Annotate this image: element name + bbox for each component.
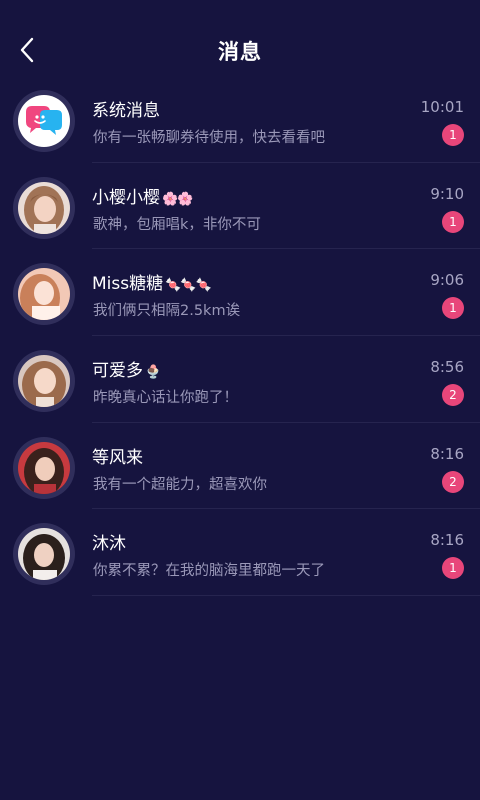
message-time: 9:10 xyxy=(430,184,464,203)
unread-badge: 1 xyxy=(442,210,464,233)
message-time: 9:06 xyxy=(430,271,464,290)
last-message: 你累不累？在我的脑海里都跑一天了 xyxy=(93,563,325,580)
avatar-photo xyxy=(18,268,70,321)
conversation-item-xiaoying[interactable]: 小樱小樱 🌸🌸 歌神，包厢唱k，非你不可 9:10 1 xyxy=(0,163,480,250)
last-message: 我有一个超能力，超喜欢你 xyxy=(93,476,267,493)
message-time: 8:16 xyxy=(430,531,464,550)
divider xyxy=(92,595,480,597)
conversation-item-miss-tangtang[interactable]: Miss糖糖 🍬🍬🍬 我们俩只相隔2.5km诶 9:06 1 xyxy=(0,249,480,337)
system-chat-logo-icon xyxy=(18,95,70,147)
last-message: 你有一张畅聊券待使用，快去看看吧 xyxy=(93,130,325,146)
avatar-photo xyxy=(18,181,70,234)
contact-name: 系统消息 xyxy=(92,101,160,121)
conversation-item-system[interactable]: 系统消息 你有一张畅聊券待使用，快去看看吧 10:01 1 xyxy=(0,76,480,163)
name-emoji: 🍨 xyxy=(145,365,161,381)
message-time: 10:01 xyxy=(420,98,464,116)
avatar-photo xyxy=(18,528,70,581)
unread-badge: 1 xyxy=(442,124,464,146)
name-emoji: 🍬🍬🍬 xyxy=(165,278,212,294)
unread-badge: 2 xyxy=(442,470,464,493)
unread-badge: 2 xyxy=(442,384,464,407)
unread-badge: 1 xyxy=(442,557,464,580)
avatar xyxy=(13,90,75,152)
avatar xyxy=(13,263,75,326)
conversation-list: 系统消息 你有一张畅聊券待使用，快去看看吧 10:01 1 小樱小樱 🌸🌸 歌神… xyxy=(0,76,480,597)
avatar xyxy=(13,436,75,499)
page-title: 消息 xyxy=(218,40,262,64)
contact-name: 可爱多 xyxy=(92,361,143,382)
contact-name: Miss糖糖 xyxy=(92,274,164,295)
avatar xyxy=(13,176,75,239)
avatar xyxy=(13,523,75,586)
contact-name: 沐沐 xyxy=(92,534,126,555)
avatar xyxy=(13,350,75,413)
conversation-item-keaiduo[interactable]: 可爱多 🍨 昨晚真心话让你跑了！ 8:56 2 xyxy=(0,336,480,423)
avatar-photo xyxy=(18,441,70,494)
last-message: 歌神，包厢唱k，非你不可 xyxy=(93,216,261,233)
conversation-item-dengfenglai[interactable]: 等风来 我有一个超能力，超喜欢你 8:16 2 xyxy=(0,423,480,510)
messages-screen: 消息 系统消息 你有一张畅聊券待使用，快去看看吧 10:01 1 小樱小樱 🌸🌸… xyxy=(0,0,480,800)
name-emoji: 🌸🌸 xyxy=(162,191,193,207)
last-message: 昨晚真心话让你跑了！ xyxy=(93,390,238,407)
contact-name: 等风来 xyxy=(92,447,143,468)
last-message: 我们俩只相隔2.5km诶 xyxy=(93,303,241,320)
contact-name: 小樱小樱 xyxy=(92,187,160,208)
unread-badge: 1 xyxy=(442,297,464,320)
message-time: 8:16 xyxy=(430,444,464,463)
avatar-photo xyxy=(18,355,70,408)
message-time: 8:56 xyxy=(430,358,464,377)
conversation-item-mumu[interactable]: 沐沐 你累不累？在我的脑海里都跑一天了 8:16 1 xyxy=(0,509,480,597)
